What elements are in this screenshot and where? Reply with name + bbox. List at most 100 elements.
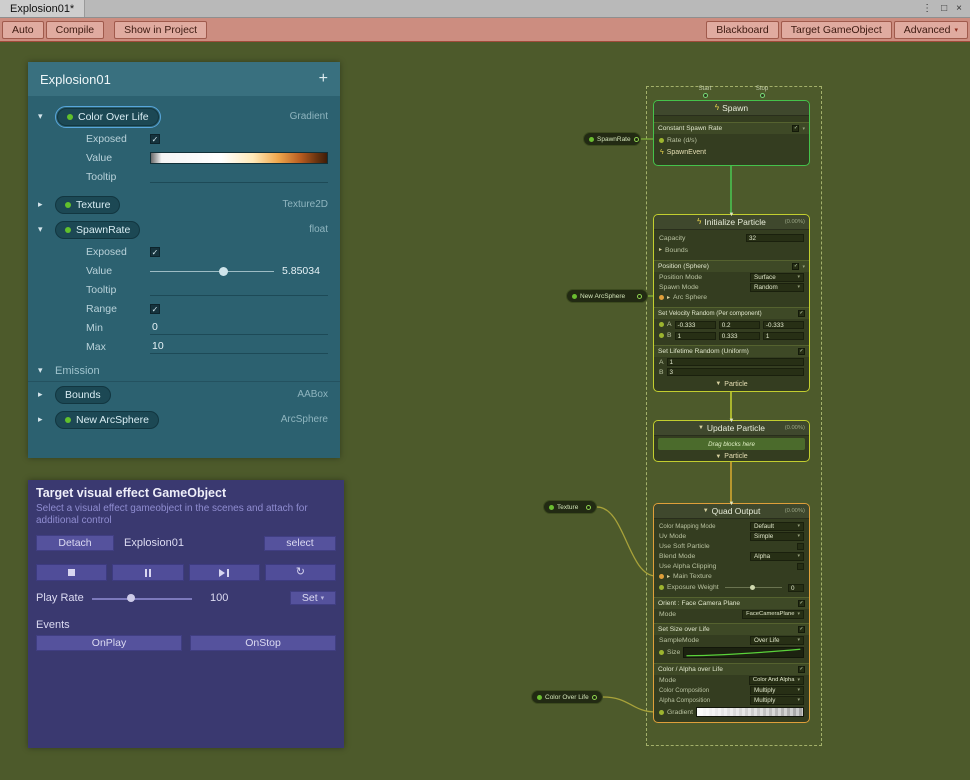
stop-button[interactable] <box>36 564 107 581</box>
chevron-down-icon[interactable]: ▾ <box>38 224 51 235</box>
block-constant-spawn-rate[interactable]: Constant Spawn Rate ✓ ▾ <box>654 122 809 134</box>
param-row-spawnrate[interactable]: ▾ SpawnRate float <box>28 217 340 242</box>
exposed-checkbox[interactable]: ✓ <box>150 134 160 144</box>
min-field[interactable]: 0 <box>150 321 328 335</box>
pill-new-arcsphere[interactable]: New ArcSphere <box>566 289 648 303</box>
sample-mode-dropdown[interactable]: Over Life ▾ <box>750 636 804 645</box>
block-set-size-over-life[interactable]: Set Size over Life ✓ <box>654 623 809 635</box>
velocity-a-x-field[interactable]: -0.333 <box>675 321 716 329</box>
gradient-field[interactable] <box>696 707 804 717</box>
range-checkbox[interactable]: ✓ <box>150 304 160 314</box>
auto-button[interactable]: Auto <box>2 21 44 39</box>
port-circle-icon[interactable] <box>637 294 642 299</box>
node-quad-output[interactable]: ▼ ▼ Quad Output (0.00%) Color Mapping Mo… <box>653 503 810 723</box>
exposure-slider[interactable] <box>725 587 782 588</box>
gradient-port-icon[interactable] <box>659 710 664 715</box>
position-mode-dropdown[interactable]: Surface ▾ <box>750 273 804 282</box>
blackboard-header[interactable]: Explosion01 + <box>28 62 340 96</box>
size-port-icon[interactable] <box>659 650 664 655</box>
chevron-down-icon[interactable]: ▾ <box>38 365 51 376</box>
chevron-down-icon[interactable]: ▾ <box>38 111 51 122</box>
color-composition-dropdown[interactable]: Multiply ▾ <box>750 686 804 695</box>
pause-button[interactable] <box>112 564 183 581</box>
param-row-bounds[interactable]: ▸ Bounds AABox <box>28 382 340 407</box>
block-enabled-checkbox[interactable]: ✓ <box>798 310 805 317</box>
play-rate-slider[interactable] <box>92 593 192 603</box>
exposure-field[interactable]: 0 <box>788 584 804 592</box>
port-circle-icon[interactable] <box>586 505 591 510</box>
velocity-b-x-field[interactable]: 1 <box>675 332 716 340</box>
chevron-right-icon[interactable]: ▸ <box>38 199 51 210</box>
block-drop-zone[interactable]: Drag blocks here <box>658 438 805 450</box>
node-header[interactable]: ▼ Quad Output (0.00%) <box>654 504 809 519</box>
spawn-start-port[interactable]: Start <box>694 86 716 98</box>
play-rate-value[interactable]: 100 <box>210 592 228 604</box>
onplay-button[interactable]: OnPlay <box>36 635 182 651</box>
node-update-particle[interactable]: ▼ ▼ Update Particle (0.00%) Drag blocks … <box>653 420 810 462</box>
restart-button[interactable]: ↻ <box>265 564 336 581</box>
spawn-mode-dropdown[interactable]: Random ▾ <box>750 283 804 292</box>
gradient-value-field[interactable] <box>150 152 328 164</box>
capacity-field[interactable]: 32 <box>746 234 804 242</box>
color-mode-dropdown[interactable]: Color And Alpha ▾ <box>749 676 804 685</box>
lifetime-b-field[interactable]: 3 <box>667 368 804 376</box>
size-curve-field[interactable] <box>683 647 804 658</box>
param-pill-texture[interactable]: Texture <box>55 196 120 214</box>
slider-thumb[interactable] <box>219 267 228 276</box>
velocity-a-z-field[interactable]: -0.333 <box>763 321 804 329</box>
max-field[interactable]: 10 <box>150 340 328 354</box>
arc-sphere-port-icon[interactable] <box>659 295 664 300</box>
b-port-icon[interactable] <box>659 333 664 338</box>
pill-color-over-life[interactable]: Color Over Life <box>531 690 603 704</box>
node-header[interactable]: ϟ Initialize Particle (0.00%) <box>654 215 809 230</box>
uv-mode-dropdown[interactable]: Simple ▾ <box>750 532 804 541</box>
onstop-button[interactable]: OnStop <box>190 635 336 651</box>
block-enabled-checkbox[interactable]: ✓ <box>792 263 799 270</box>
block-set-lifetime-random[interactable]: Set Lifetime Random (Uniform) ✓ <box>654 345 809 357</box>
block-enabled-checkbox[interactable]: ✓ <box>798 626 805 633</box>
orient-mode-dropdown[interactable]: FaceCameraPlane ▾ <box>742 610 804 619</box>
pill-spawnrate[interactable]: SpawnRate <box>583 132 641 146</box>
main-texture-port-icon[interactable] <box>659 574 664 579</box>
a-port-icon[interactable] <box>659 322 664 327</box>
node-spawn[interactable]: Start Stop ϟ Spawn Constant Spawn Rate ✓… <box>653 100 810 166</box>
select-button[interactable]: select <box>264 536 336 551</box>
compile-button[interactable]: Compile <box>46 21 105 39</box>
block-enabled-checkbox[interactable]: ✓ <box>798 600 805 607</box>
node-header[interactable]: ϟ Spawn <box>654 101 809 116</box>
tooltip-field[interactable] <box>150 284 328 296</box>
detach-button[interactable]: Detach <box>36 535 114 551</box>
chevron-right-icon[interactable]: ▸ <box>659 247 662 253</box>
advanced-dropdown-button[interactable]: Advanced ▾ <box>894 21 968 39</box>
soft-particle-checkbox[interactable] <box>797 543 804 550</box>
param-pill-bounds[interactable]: Bounds <box>55 386 111 404</box>
param-pill-spawnrate[interactable]: SpawnRate <box>55 221 140 239</box>
param-row-texture[interactable]: ▸ Texture Texture2D <box>28 192 340 217</box>
category-emission[interactable]: ▾ Emission <box>28 360 340 382</box>
node-header[interactable]: ▼ Update Particle (0.00%) <box>654 421 809 436</box>
exposed-checkbox[interactable]: ✓ <box>150 247 160 257</box>
set-rate-button[interactable]: Set ▾ <box>290 591 336 605</box>
value-number-field[interactable]: 5.85034 <box>282 265 328 277</box>
slider-thumb[interactable] <box>750 585 755 590</box>
particle-output-port[interactable]: ▼ Particle <box>654 377 809 391</box>
block-color-alpha-over-life[interactable]: Color / Alpha over Life ✓ <box>654 663 809 675</box>
bounds-row[interactable]: ▸ Bounds <box>654 244 809 256</box>
tooltip-field[interactable] <box>150 171 328 183</box>
node-initialize-particle[interactable]: ▼ ϟ Initialize Particle (0.00%) Capacity… <box>653 214 810 392</box>
target-gameobject-toggle-button[interactable]: Target GameObject <box>781 21 892 39</box>
color-mapping-dropdown[interactable]: Default ▾ <box>750 522 804 531</box>
step-button[interactable] <box>189 564 260 581</box>
param-pill-color-over-life[interactable]: Color Over Life <box>57 108 159 126</box>
block-set-velocity-random[interactable]: Set Velocity Random (Per component) ✓ <box>654 307 809 319</box>
block-enabled-checkbox[interactable]: ✓ <box>798 348 805 355</box>
param-row-color-over-life[interactable]: ▾ Color Over Life Gradient <box>28 104 340 129</box>
param-row-new-arcsphere[interactable]: ▸ New ArcSphere ArcSphere <box>28 407 340 432</box>
kebab-menu-icon[interactable]: ⋮ <box>922 4 932 14</box>
alpha-composition-dropdown[interactable]: Multiply ▾ <box>750 696 804 705</box>
chevron-right-icon[interactable]: ▸ <box>667 574 670 580</box>
show-in-project-button[interactable]: Show in Project <box>114 21 207 39</box>
param-pill-new-arcsphere[interactable]: New ArcSphere <box>55 411 159 429</box>
block-enabled-checkbox[interactable]: ✓ <box>792 125 799 132</box>
chevron-right-icon[interactable]: ▸ <box>667 295 670 301</box>
